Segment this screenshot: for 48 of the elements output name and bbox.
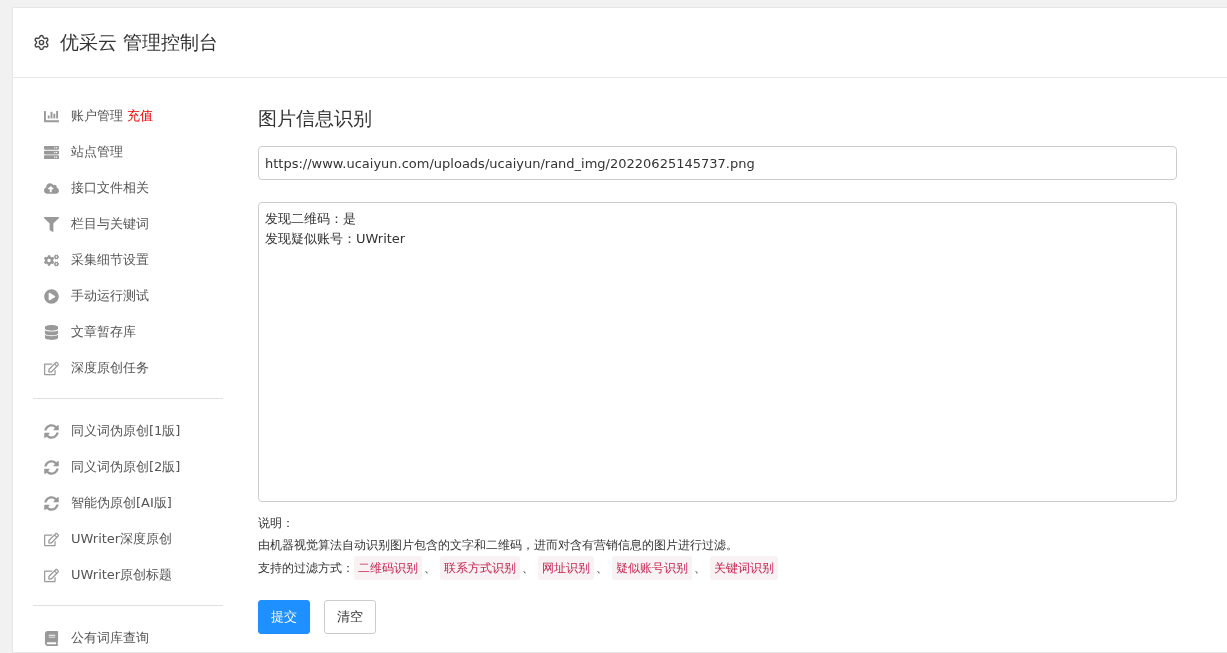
book-icon: [44, 630, 59, 646]
settings-icon: [33, 34, 50, 51]
database-icon: [44, 324, 59, 340]
separator-mark: 、: [694, 560, 706, 577]
sidebar-item[interactable]: UWriter原创标题: [33, 557, 223, 593]
notes-title: 说明：: [258, 515, 295, 532]
sidebar-item[interactable]: 账户管理 充值: [33, 98, 223, 134]
sidebar-item[interactable]: 站点管理: [33, 134, 223, 170]
filter-icon: [44, 216, 59, 232]
result-line: 发现二维码：是: [265, 210, 356, 228]
refresh-icon: [44, 423, 59, 439]
notes-description: 由机器视觉算法自动识别图片包含的文字和二维码，进而对含有营销信息的图片进行过滤。: [258, 537, 739, 554]
sidebar-item[interactable]: 手动运行测试: [33, 278, 223, 314]
filter-tag: 关键词识别: [710, 556, 778, 580]
result-text-area[interactable]: 发现二维码：是 发现疑似账号：UWriter: [258, 202, 1177, 502]
separator-mark: 、: [596, 560, 608, 577]
sidebar-item[interactable]: 文章暂存库: [33, 314, 223, 350]
filter-tag: 联系方式识别: [440, 556, 520, 580]
bar-chart-icon: [44, 108, 59, 124]
edit-icon: [44, 360, 59, 376]
refresh-icon: [44, 495, 59, 511]
sidebar-item[interactable]: 接口文件相关: [33, 170, 223, 206]
play-icon: [44, 288, 59, 304]
clear-button[interactable]: 清空: [324, 600, 376, 634]
cloud-upload-icon: [44, 180, 59, 196]
sidebar-item[interactable]: 智能伪原创[AI版]: [33, 485, 223, 521]
server-icon: [44, 144, 59, 160]
sidebar-item[interactable]: 同义词伪原创[1版]: [33, 413, 223, 449]
filter-tag: 疑似账号识别: [612, 556, 692, 580]
sidebar-item[interactable]: UWriter深度原创: [33, 521, 223, 557]
sidebar-item[interactable]: 同义词伪原创[2版]: [33, 449, 223, 485]
sidebar-item[interactable]: 公有词库查询: [33, 620, 223, 652]
result-line: 发现疑似账号：UWriter: [265, 230, 406, 249]
sidebar-item[interactable]: 采集细节设置: [33, 242, 223, 278]
sidebar-item[interactable]: 栏目与关键词: [33, 206, 223, 242]
url-input-field[interactable]: https://www.ucaiyun.com/uploads/ucaiyun/rand_img/20220625145737.png: [258, 146, 1177, 180]
separator-mark: 、: [424, 560, 436, 577]
refresh-icon: [44, 459, 59, 475]
filter-tag: 网址识别: [538, 556, 594, 580]
page-heading: 图片信息识别: [258, 106, 373, 131]
filters-label: 支持的过滤方式：: [258, 560, 354, 577]
sidebar-item[interactable]: 深度原创任务: [33, 350, 223, 386]
console-title: 优采云 管理控制台: [60, 29, 219, 55]
edit-icon: [44, 567, 59, 583]
gears-icon: [44, 252, 59, 268]
filter-tag: 二维码识别: [354, 556, 422, 580]
edit-icon: [44, 531, 59, 547]
separator-mark: 、: [522, 560, 534, 577]
